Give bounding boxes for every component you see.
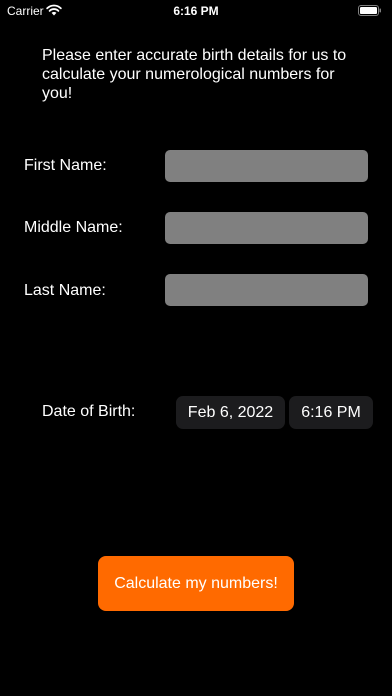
intro-text: Please enter accurate birth details for … [42,47,347,102]
status-bar: Carrier 6:16 PM [0,0,392,22]
first-name-label: First Name: [24,157,107,174]
last-name-label: Last Name: [24,282,106,299]
dob-label: Date of Birth: [42,403,136,420]
dob-date-picker[interactable]: Feb 6, 2022 [176,396,285,429]
last-name-input[interactable] [165,274,368,306]
dob-time-picker[interactable]: 6:16 PM [289,396,373,429]
middle-name-input[interactable] [165,212,368,244]
middle-name-label: Middle Name: [24,219,123,236]
battery-full-icon [358,5,381,16]
first-name-input[interactable] [165,150,368,182]
status-time: 6:16 PM [173,4,219,18]
calculate-button[interactable]: Calculate my numbers! [98,556,294,611]
